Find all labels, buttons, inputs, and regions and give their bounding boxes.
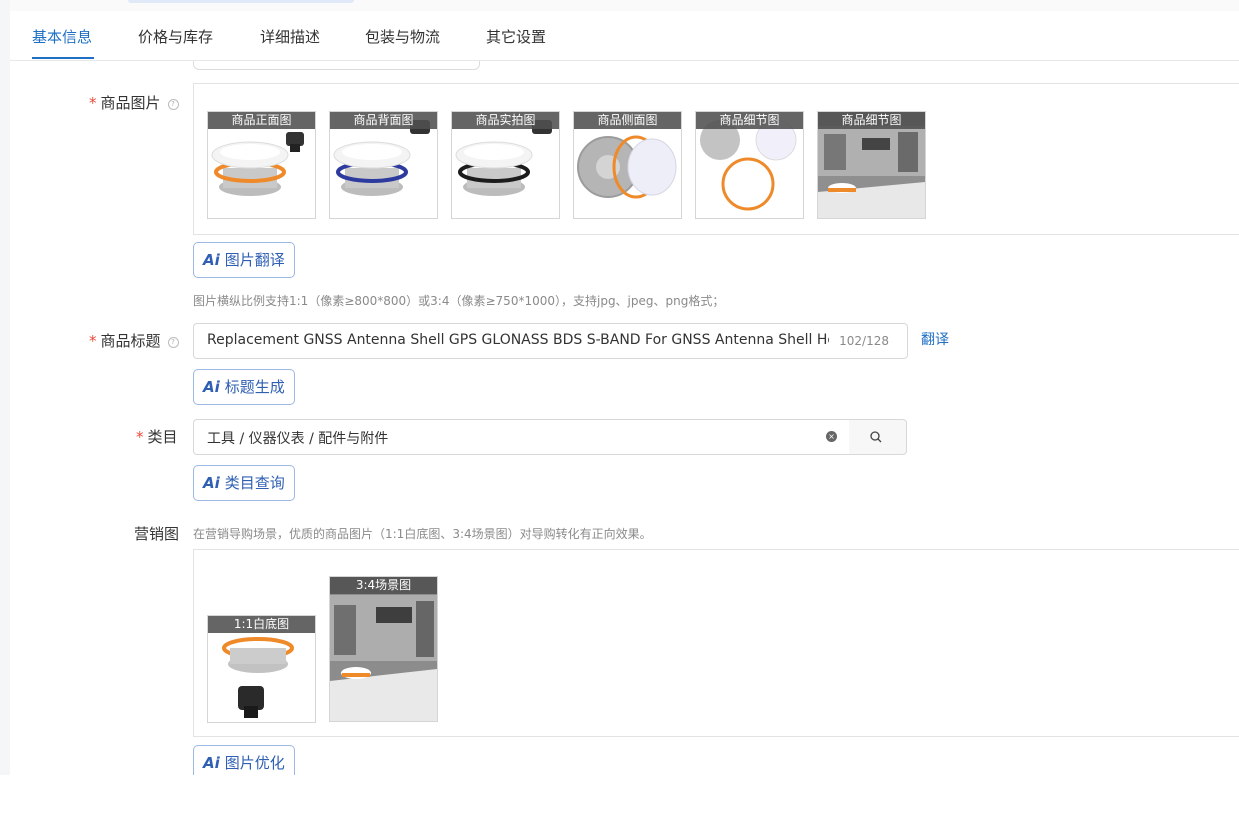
image-translate-button[interactable]: Ai 图片翻译	[193, 242, 295, 278]
product-title-label-text: 商品标题	[100, 332, 161, 350]
page-bottom-blank	[0, 775, 1239, 815]
product-title-input[interactable]: Replacement GNSS Antenna Shell GPS GLONA…	[193, 323, 908, 359]
translate-link[interactable]: 翻译	[921, 329, 949, 349]
ai-sparkle-icon: Ai	[203, 378, 220, 396]
category-label: * 类目	[136, 426, 178, 447]
tab-detail-description[interactable]: 详细描述	[260, 26, 320, 47]
product-image-back[interactable]: 商品背面图	[329, 111, 438, 219]
tab-packaging-logistics[interactable]: 包装与物流	[365, 26, 440, 47]
product-image-detail-1[interactable]: 商品细节图	[695, 111, 804, 219]
page-frame-left	[0, 0, 10, 775]
product-image-front[interactable]: 商品正面图	[207, 111, 316, 219]
marketing-image-white-bg[interactable]: 1:1白底图	[207, 615, 316, 723]
category-input[interactable]: 工具 / 仪器仪表 / 配件与附件 ×	[193, 419, 850, 455]
tab-price-stock[interactable]: 价格与库存	[138, 26, 213, 47]
product-images-panel: 商品正面图 商品背面图 商品实拍图 商品侧面图 商品细节图 商品细节图	[193, 83, 1239, 235]
product-image-side[interactable]: 商品侧面图	[573, 111, 682, 219]
image-format-hint: 图片横纵比例支持1:1（像素≥800*800）或3:4（像素≥750*1000）…	[193, 294, 725, 308]
category-query-label: 类目查询	[224, 474, 285, 492]
marketing-images-hint: 在营销导购场景，优质的商品图片（1:1白底图、3:4场景图）对导购转化有正向效果…	[193, 527, 652, 541]
ai-sparkle-icon: Ai	[203, 754, 220, 772]
image-caption: 3:4场景图	[330, 577, 437, 594]
product-images-label-text: 商品图片	[100, 94, 161, 112]
title-char-count: 102/128	[839, 334, 889, 348]
title-generate-label: 标题生成	[224, 378, 285, 396]
image-optimize-label: 图片优化	[224, 754, 285, 772]
marketing-images-label: 营销图	[134, 525, 180, 543]
tab-other-settings[interactable]: 其它设置	[486, 26, 546, 47]
category-value[interactable]: 工具 / 仪器仪表 / 配件与附件	[207, 428, 388, 448]
tab-basic-info[interactable]: 基本信息	[32, 26, 92, 47]
product-title-value[interactable]: Replacement GNSS Antenna Shell GPS GLONA…	[207, 332, 829, 348]
product-images-label: * 商品图片?	[89, 92, 179, 113]
magnifier-icon	[870, 431, 882, 443]
image-caption: 1:1白底图	[208, 616, 315, 633]
previous-field-edge	[193, 61, 480, 70]
active-tab-indicator	[32, 57, 94, 59]
image-caption: 商品细节图	[696, 112, 803, 129]
required-mark: *	[89, 332, 97, 350]
tab-bar: 基本信息 价格与库存 详细描述 包装与物流 其它设置	[10, 11, 1239, 61]
image-caption: 商品侧面图	[574, 112, 681, 129]
form-content: * 商品图片? 商品正面图 商品背面图 商品实拍图 商品侧面图 商品细节图 商品…	[10, 61, 1239, 775]
image-caption: 商品细节图	[818, 112, 925, 129]
marketing-images-panel: 1:1白底图 3:4场景图	[193, 549, 1239, 737]
image-caption: 商品实拍图	[452, 112, 559, 129]
category-search-button[interactable]	[849, 419, 907, 455]
category-label-text: 类目	[147, 428, 178, 446]
image-caption: 商品正面图	[208, 112, 315, 129]
product-image-detail-2[interactable]: 商品细节图	[817, 111, 926, 219]
product-title-label: * 商品标题?	[89, 330, 179, 351]
required-mark: *	[89, 94, 97, 112]
close-circle-icon[interactable]: ×	[826, 431, 837, 442]
top-indicator	[128, 0, 354, 3]
title-generate-button[interactable]: Ai 标题生成	[193, 369, 295, 405]
question-circle-icon[interactable]: ?	[167, 337, 179, 348]
required-mark: *	[136, 428, 144, 446]
factory-scene-image	[330, 577, 437, 721]
ai-sparkle-icon: Ai	[203, 474, 220, 492]
question-circle-icon[interactable]: ?	[167, 99, 179, 110]
product-image-real-shot[interactable]: 商品实拍图	[451, 111, 560, 219]
image-optimize-button[interactable]: Ai 图片优化	[193, 745, 295, 775]
image-translate-label: 图片翻译	[224, 251, 285, 269]
marketing-image-scene[interactable]: 3:4场景图	[329, 576, 438, 722]
image-caption: 商品背面图	[330, 112, 437, 129]
category-query-button[interactable]: Ai 类目查询	[193, 465, 295, 501]
ai-sparkle-icon: Ai	[203, 251, 220, 269]
